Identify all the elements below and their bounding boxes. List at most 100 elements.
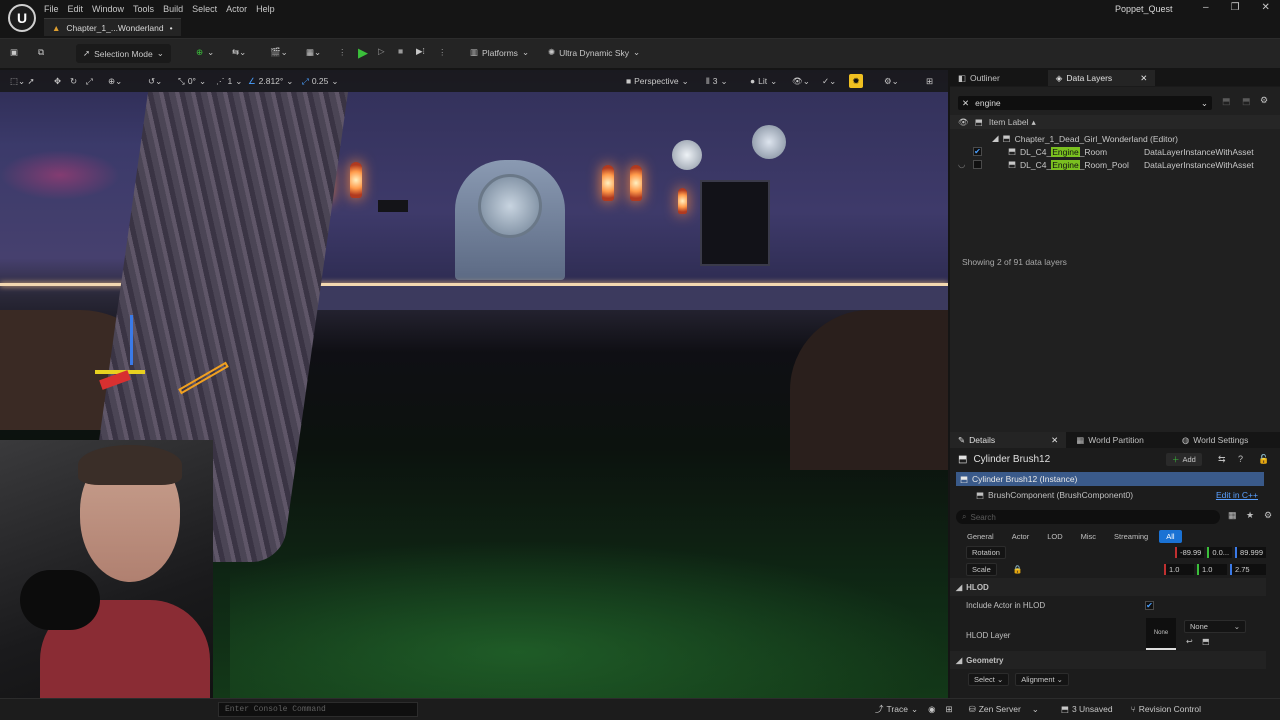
- rotation-z[interactable]: 89.999: [1235, 546, 1266, 558]
- translate-icon[interactable]: ✥: [54, 74, 61, 88]
- settings-gear-icon[interactable]: ⚙: [1260, 95, 1268, 106]
- select-dropdown[interactable]: Select ⌄: [968, 672, 1010, 686]
- cinematics-icon[interactable]: 🎬⌄: [270, 47, 288, 58]
- hlod-thumbnail[interactable]: None: [1146, 618, 1176, 650]
- menu-edit[interactable]: Edit: [68, 4, 93, 14]
- add-component-button[interactable]: ＋ Add: [1166, 453, 1202, 466]
- menu-help[interactable]: Help: [256, 4, 284, 14]
- revision-control-button[interactable]: ⑂ Revision Control: [1131, 704, 1201, 714]
- include-hlod-checkbox[interactable]: ✔: [1145, 600, 1154, 610]
- content-browser-icon[interactable]: ⧉: [38, 47, 44, 58]
- clear-filter-icon[interactable]: ✕: [962, 98, 969, 109]
- world-local-icon[interactable]: ⊕⌄: [108, 74, 122, 88]
- minimize-icon[interactable]: –: [1203, 2, 1209, 13]
- category-general[interactable]: General: [960, 530, 1001, 543]
- angle-snap-toggle[interactable]: ∠ 2.812° ⌄: [248, 74, 293, 88]
- details-search-input[interactable]: ⌕ Search: [956, 510, 1220, 524]
- show-flags-icon[interactable]: 👁⌄: [792, 74, 810, 88]
- save-icon[interactable]: ▣: [10, 47, 18, 58]
- help-icon[interactable]: ?: [1238, 454, 1243, 464]
- rotation-snap-toggle[interactable]: ⤡ 0° ⌄: [178, 74, 206, 88]
- category-misc[interactable]: Misc: [1074, 530, 1103, 543]
- view-mode-dropdown[interactable]: ● Lit ⌄: [750, 74, 777, 88]
- sky-dropdown[interactable]: ✺ Ultra Dynamic Sky ⌄: [548, 47, 640, 58]
- console-command-input[interactable]: Enter Console Command: [218, 702, 418, 717]
- category-all[interactable]: All: [1159, 530, 1182, 543]
- tree-root-row[interactable]: ◢ ⬒ Chapter_1_Dead_Girl_Wonderland (Edit…: [950, 132, 1280, 145]
- alignment-dropdown[interactable]: Alignment ⌄: [1015, 672, 1069, 686]
- tab-world-settings[interactable]: ◍ World Settings: [1174, 432, 1257, 448]
- category-lod[interactable]: LOD: [1040, 530, 1069, 543]
- lighting-only-icon[interactable]: ✹: [849, 74, 863, 88]
- close-window-icon[interactable]: ✕: [1262, 2, 1270, 13]
- hidden-visibility-icon[interactable]: ◡: [958, 159, 965, 170]
- tab-data-layers[interactable]: ◈ Data Layers ✕: [1047, 70, 1156, 86]
- zen-server-dropdown[interactable]: ⛁ Zen Server ⌄: [969, 704, 1039, 715]
- gizmo-z-axis[interactable]: [130, 315, 133, 365]
- record-icon[interactable]: ◉: [928, 704, 935, 715]
- scale-icon[interactable]: ⤢: [86, 74, 93, 88]
- scale-z[interactable]: 2.75: [1230, 563, 1266, 575]
- instance-row[interactable]: ⬒ Cylinder Brush12 (Instance): [956, 472, 1264, 486]
- edit-in-cpp-link[interactable]: Edit in C++: [1216, 490, 1258, 500]
- visibility-column-icon[interactable]: 👁: [958, 117, 969, 128]
- use-selected-icon[interactable]: ↩: [1186, 637, 1193, 646]
- remove-layer-icon[interactable]: ⬒: [1242, 96, 1251, 107]
- restore-icon[interactable]: ❐: [1231, 2, 1240, 13]
- blueprint-convert-icon[interactable]: ⇆: [1218, 454, 1226, 465]
- scale-snap-toggle[interactable]: ⤢ 0.25 ⌄: [302, 74, 338, 88]
- favorites-star-icon[interactable]: ★: [1246, 510, 1254, 521]
- hlod-category[interactable]: ◢ HLOD: [950, 578, 1266, 596]
- grid-snap-toggle[interactable]: ⋰ 1 ⌄: [216, 74, 242, 88]
- surface-snap-icon[interactable]: ↺⌄: [148, 74, 162, 88]
- menu-tools[interactable]: Tools: [133, 4, 163, 14]
- step-icon[interactable]: ▷: [378, 46, 385, 57]
- hlod-layer-dropdown[interactable]: None ⌄: [1184, 620, 1246, 633]
- perspective-dropdown[interactable]: ■ Perspective ⌄: [626, 74, 689, 88]
- eject-icon[interactable]: ▶⁞: [416, 46, 425, 57]
- rotate-icon[interactable]: ↻: [70, 74, 77, 88]
- settings-gear-icon[interactable]: ⚙: [1264, 510, 1272, 521]
- layout-icon[interactable]: ⊞: [926, 74, 933, 88]
- platforms-dropdown[interactable]: ▥ Platforms ⌄: [470, 47, 529, 58]
- modes-icon[interactable]: ▦⌄: [306, 47, 321, 58]
- trace-dropdown[interactable]: ⤴ Trace ⌄: [875, 703, 918, 715]
- rotation-y[interactable]: 0.0...: [1207, 546, 1233, 558]
- close-tab-icon[interactable]: ✕: [1140, 73, 1147, 84]
- realtime-icon[interactable]: ✓⌄: [822, 74, 836, 88]
- tab-details[interactable]: ✎ Details ✕: [950, 432, 1067, 448]
- menu-file[interactable]: File: [44, 4, 68, 14]
- add-layer-icon[interactable]: ⬒: [1222, 96, 1231, 107]
- table-view-icon[interactable]: ▦: [1228, 510, 1237, 521]
- rotation-x[interactable]: -89.99: [1175, 546, 1205, 558]
- data-layer-row[interactable]: ✔ ⬒ DL_C4_ Engine _Room DataLayerInstanc…: [950, 145, 1280, 158]
- data-layer-checkbox[interactable]: ✔: [973, 147, 982, 156]
- level-document-tab[interactable]: ▲ Chapter_1_...Wonderland •: [44, 18, 181, 36]
- scale-label[interactable]: Scale: [966, 562, 997, 576]
- stop-icon[interactable]: ■: [398, 46, 403, 56]
- data-layer-checkbox[interactable]: [973, 160, 982, 169]
- category-actor[interactable]: Actor: [1005, 530, 1037, 543]
- camera-speed-dropdown[interactable]: ⦀ 3 ⌄: [706, 74, 728, 88]
- selection-mode-dropdown[interactable]: ➚ Selection Mode ⌄: [76, 44, 171, 63]
- tab-outliner[interactable]: ◧ Outliner: [950, 70, 1008, 86]
- menu-build[interactable]: Build: [163, 4, 192, 14]
- scale-y[interactable]: 1.0: [1197, 563, 1227, 575]
- geometry-category[interactable]: ◢ Geometry: [950, 651, 1266, 669]
- data-layers-filter[interactable]: ✕ engine ⌄: [958, 96, 1212, 110]
- unsaved-button[interactable]: ⬒ 3 Unsaved: [1061, 704, 1113, 715]
- transform-select-icon[interactable]: ⬚⌄ ➚: [10, 74, 35, 88]
- column-item-label[interactable]: Item Label: [989, 117, 1029, 127]
- expand-arrow-icon[interactable]: ◢: [992, 133, 999, 144]
- category-streaming[interactable]: Streaming: [1107, 530, 1155, 543]
- unreal-logo-icon[interactable]: U: [8, 4, 36, 32]
- menu-select[interactable]: Select: [192, 4, 226, 14]
- component-row[interactable]: ⬒ BrushComponent (BrushComponent0) Edit …: [956, 488, 1264, 502]
- actor-name[interactable]: Cylinder Brush12: [973, 454, 1050, 465]
- scale-x[interactable]: 1.0: [1164, 563, 1194, 575]
- play-icon[interactable]: ▶: [358, 45, 368, 61]
- lock-scale-icon[interactable]: 🔒: [1013, 565, 1023, 574]
- data-layer-row[interactable]: ◡ ⬒ DL_C4_ Engine _Room_Pool DataLayerIn…: [950, 158, 1280, 171]
- screenshot-icon[interactable]: ⊞: [945, 704, 952, 715]
- lock-icon[interactable]: 🔓: [1258, 454, 1269, 465]
